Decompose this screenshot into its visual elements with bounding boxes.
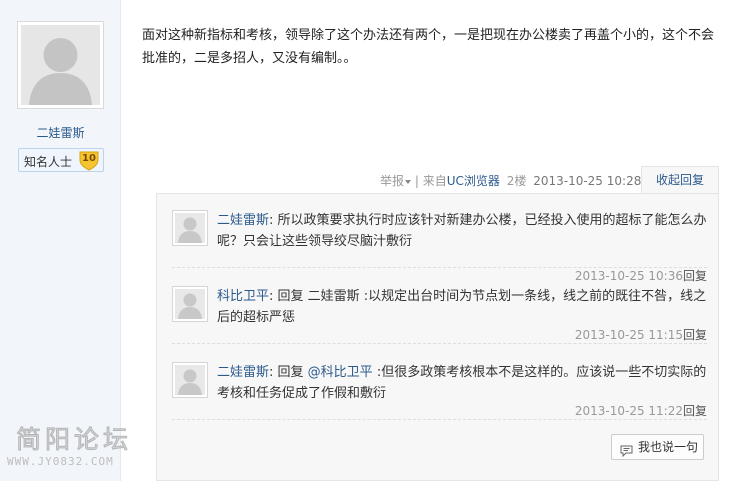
source-prefix: 来自 <box>422 174 447 188</box>
reply-meta: 2013-10-25 11:15回复 <box>575 326 707 343</box>
default-avatar-icon <box>21 25 100 105</box>
reply-button[interactable]: 回复 <box>683 404 707 418</box>
default-avatar-icon <box>175 289 205 319</box>
author-sidebar: 二娃雷斯 知名人士 10 <box>0 0 121 481</box>
level-number: 10 <box>82 153 96 164</box>
post-date: 2013-10-25 10:28 <box>533 174 642 188</box>
reply-text: 二娃雷斯: 回复 @科比卫平 :但很多政策考核根本不是这样的。应该说一些不切实际… <box>217 365 707 401</box>
reply-item: 科比卫平: 回复 二娃雷斯 :以规定出台时间为节点划一条线，线之前的既往不咎，线… <box>172 286 707 344</box>
reply-button[interactable]: 回复 <box>683 269 707 283</box>
author-name-link[interactable]: 二娃雷斯 <box>0 124 121 141</box>
source-link[interactable]: UC浏览器 <box>447 174 500 188</box>
reply-text: 科比卫平: 回复 二娃雷斯 :以规定出台时间为节点划一条线，线之前的既往不咎，线… <box>217 289 707 325</box>
default-avatar-icon <box>175 365 205 395</box>
meta-separator: | <box>414 174 419 188</box>
reply-time: 2013-10-25 11:22 <box>574 404 683 418</box>
reply-username[interactable]: 二娃雷斯 <box>217 365 269 380</box>
add-comment-button[interactable]: 我也说一句 <box>611 434 704 460</box>
reply-item: 二娃雷斯: 所以政策要求执行时应该针对新建办公楼，已经投入使用的超标了能怎么办呢… <box>172 210 707 283</box>
reply-button[interactable]: 回复 <box>683 328 707 342</box>
level-shield-icon: 10 <box>78 150 100 171</box>
reply-item: 二娃雷斯: 回复 @科比卫平 :但很多政策考核根本不是这样的。应该说一些不切实际… <box>172 362 707 420</box>
forum-watermark-title: 简阳论坛 <box>15 425 133 455</box>
report-link[interactable]: 举报 <box>380 174 412 188</box>
post-meta: 举报 | 来自UC浏览器 2楼 2013-10-25 10:28 <box>380 172 641 189</box>
reply-username[interactable]: 二娃雷斯 <box>217 213 269 228</box>
reply-avatar[interactable] <box>172 362 208 398</box>
forum-watermark-url: WWW.JY0832.COM <box>7 455 114 468</box>
reply-content: 所以政策要求执行时应该针对新建办公楼，已经投入使用的超标了能怎么办呢？只会让这些… <box>217 213 707 249</box>
reply-mention[interactable]: @科比卫平 <box>308 365 373 380</box>
rank-label: 知名人士 <box>24 155 73 169</box>
reply-avatar[interactable] <box>172 286 208 322</box>
author-rank-badge: 知名人士 10 <box>18 148 104 172</box>
floor-number: 2楼 <box>506 174 527 188</box>
reply-prefix: 回复 二娃雷斯 <box>277 289 364 304</box>
reply-prefix: 回复 <box>277 365 308 380</box>
reply-time: 2013-10-25 10:36 <box>574 269 683 283</box>
reply-username[interactable]: 科比卫平 <box>217 289 269 304</box>
default-avatar-icon <box>175 213 205 243</box>
post-content: 面对这种新指标和考核，领导除了这个办法还有两个，一是把现在办公楼卖了再盖个小的，… <box>142 28 715 66</box>
reply-text: 二娃雷斯: 所以政策要求执行时应该针对新建办公楼，已经投入使用的超标了能怎么办呢… <box>217 213 707 249</box>
collapse-replies-button[interactable]: 收起回复 <box>641 166 719 194</box>
reply-avatar[interactable] <box>172 210 208 246</box>
add-comment-label: 我也说一句 <box>638 440 699 454</box>
author-avatar[interactable] <box>17 21 104 109</box>
comment-icon <box>620 441 633 465</box>
reply-list: 二娃雷斯: 所以政策要求执行时应该针对新建办公楼，已经投入使用的超标了能怎么办呢… <box>156 193 719 481</box>
caret-down-icon <box>405 179 412 184</box>
reply-meta: 2013-10-25 11:22回复 <box>575 402 707 419</box>
reply-time: 2013-10-25 11:15 <box>574 328 683 342</box>
reply-meta: 2013-10-25 10:36回复 <box>575 267 707 284</box>
